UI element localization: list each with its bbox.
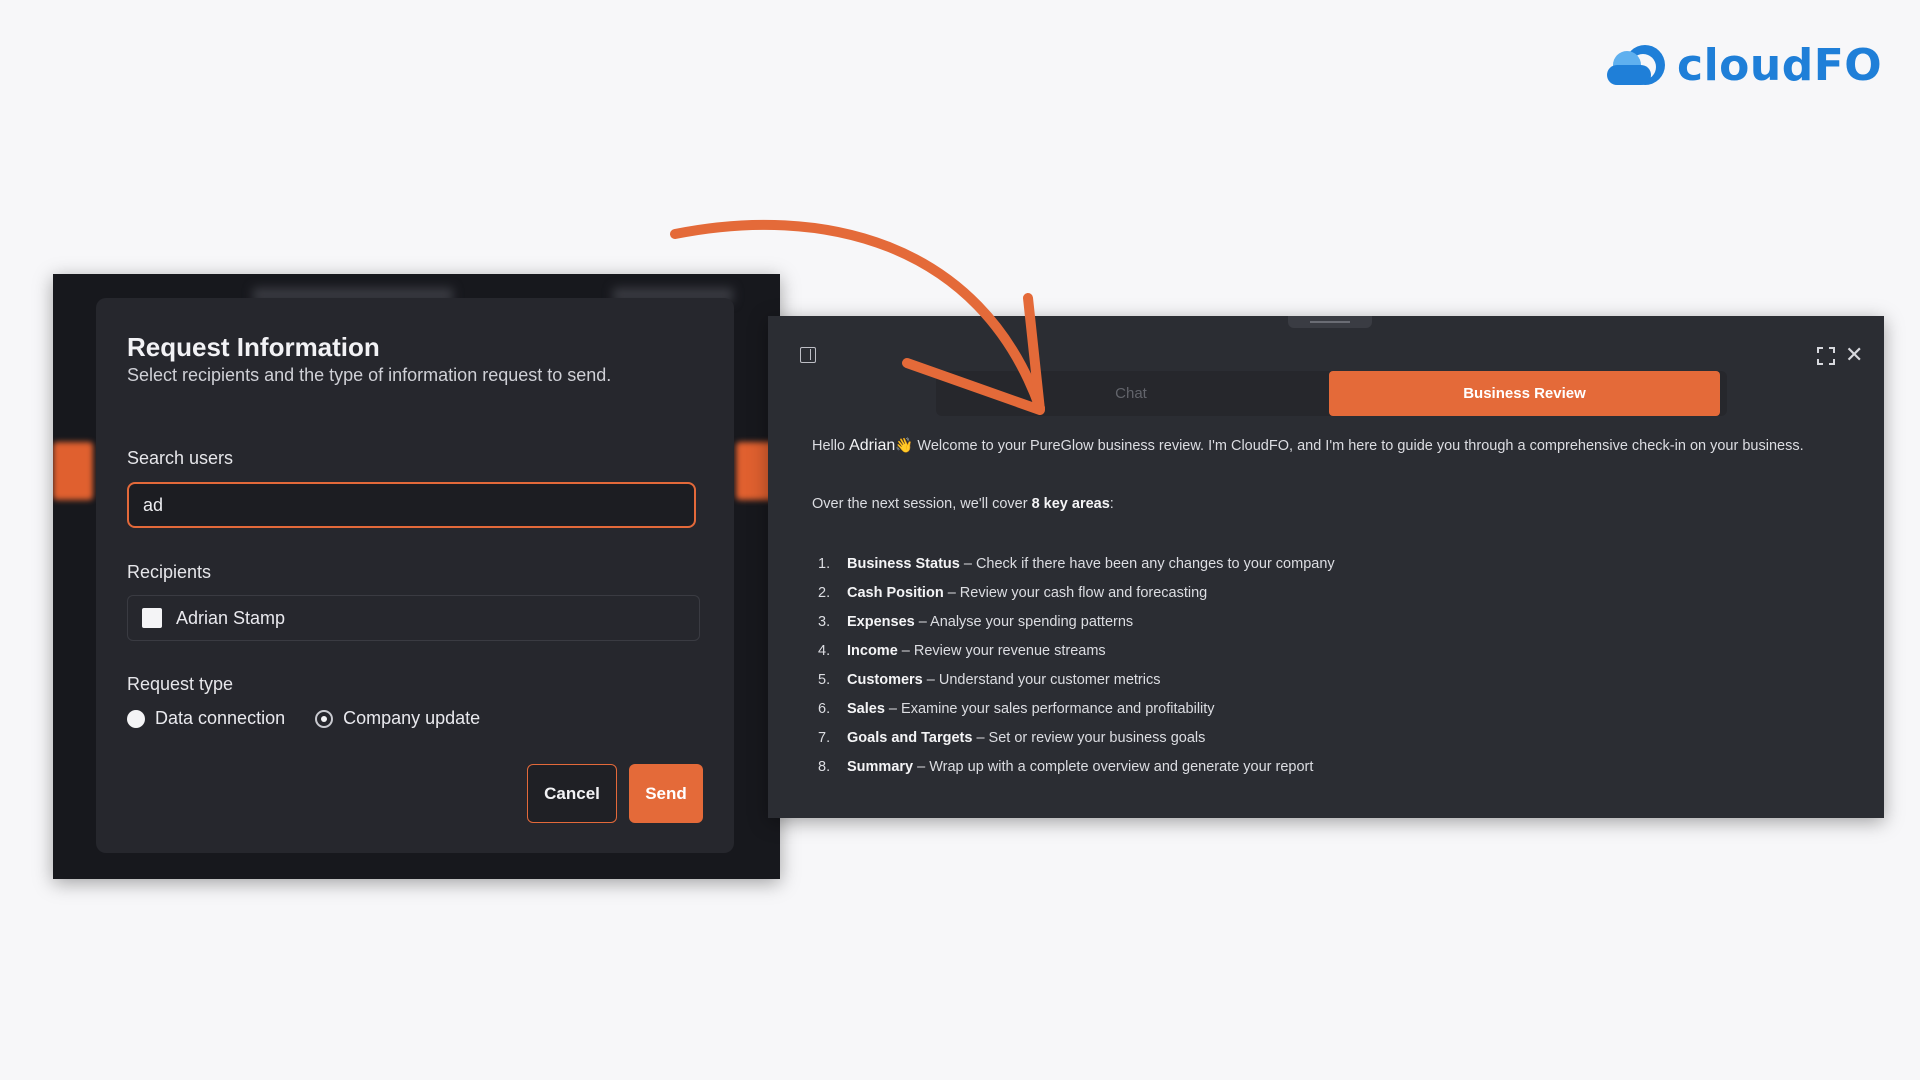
cover-paragraph: Over the next session, we'll cover 8 key… — [812, 492, 1852, 517]
item-title: Sales — [847, 701, 885, 717]
greeting-paragraph: Hello Adrian👋 Welcome to your PureGlow b… — [812, 433, 1852, 459]
greeting-text: Welcome to your PureGlow business review… — [917, 438, 1804, 454]
item-desc: – Analyse your spending patterns — [914, 614, 1134, 630]
cover-prefix: Over the next session, we'll cover — [812, 496, 1028, 512]
tab-business-review[interactable]: Business Review — [1329, 371, 1720, 416]
brand-name: cloudFO — [1677, 40, 1883, 91]
search-users-input[interactable] — [127, 482, 696, 528]
key-areas-list: 1. Business Status – Check if there have … — [812, 550, 1852, 782]
panel-tabs: Chat Business Review — [936, 371, 1727, 416]
list-item: 1. Business Status – Check if there have … — [812, 550, 1852, 579]
item-title: Summary — [847, 759, 914, 775]
item-number: 7. — [818, 730, 831, 746]
wave-emoji: 👋 — [895, 438, 914, 454]
request-type-label: Request type — [127, 674, 234, 694]
search-users-label: Search users — [127, 448, 234, 468]
list-item: 3. Expenses – Analyse your spending patte… — [812, 608, 1852, 637]
cover-suffix: : — [1109, 496, 1114, 512]
close-icon[interactable]: ✕ — [1845, 344, 1863, 366]
recipients-label: Recipients — [127, 562, 212, 582]
radio-data-connection[interactable] — [127, 709, 145, 728]
request-type-company-update[interactable]: Company update — [315, 708, 480, 729]
request-information-modal: Request Information Select recipients an… — [96, 298, 734, 853]
item-number: 4. — [818, 643, 831, 659]
list-item: 2. Cash Position – Review your cash flow … — [812, 579, 1852, 608]
item-desc: – Review your revenue streams — [897, 643, 1106, 659]
greeting-prefix: Hello — [812, 438, 846, 454]
expand-icon[interactable] — [1817, 347, 1835, 365]
item-desc: – Review your cash flow and forecasting — [943, 585, 1208, 601]
item-title: Cash Position — [847, 585, 944, 601]
item-desc: – Wrap up with a complete overview and g… — [913, 759, 1314, 775]
modal-subtitle: Select recipients and the type of inform… — [127, 365, 612, 385]
recipient-item[interactable]: Adrian Stamp — [127, 595, 700, 641]
item-title: Expenses — [847, 614, 915, 630]
list-item: 6. Sales – Examine your sales performance… — [812, 695, 1852, 724]
item-number: 5. — [818, 672, 831, 688]
request-type-group: Data connection Company update — [127, 708, 510, 729]
item-desc: – Set or review your business goals — [972, 730, 1206, 746]
cloudfo-logo: cloudFO — [1605, 40, 1882, 91]
cloud-logo-icon — [1607, 44, 1665, 85]
item-number: 3. — [818, 614, 831, 630]
item-title: Goals and Targets — [847, 730, 973, 746]
item-number: 1. — [818, 556, 831, 572]
radio-label: Company update — [343, 708, 481, 728]
item-number: 6. — [818, 701, 831, 717]
item-title: Income — [847, 643, 898, 659]
chat-message: Hello Adrian👋 Welcome to your PureGlow b… — [812, 433, 1852, 782]
cancel-button[interactable]: Cancel — [527, 764, 617, 823]
drag-handle[interactable] — [1288, 316, 1372, 328]
request-type-data-connection[interactable]: Data connection — [127, 708, 285, 729]
business-review-panel: ✕ Chat Business Review Hello Adrian👋 Wel… — [768, 316, 1884, 818]
tab-chat[interactable]: Chat — [936, 371, 1326, 416]
modal-title: Request Information — [127, 332, 380, 362]
cover-bold: 8 key areas — [1031, 496, 1110, 512]
item-desc: – Examine your sales performance and pro… — [884, 701, 1215, 717]
sidebar-toggle-icon[interactable] — [800, 347, 816, 363]
send-button[interactable]: Send — [629, 764, 703, 823]
greeting-name: Adrian — [849, 437, 896, 454]
list-item: 4. Income – Review your revenue streams — [812, 637, 1852, 666]
recipient-checkbox[interactable] — [142, 608, 162, 628]
radio-label: Data connection — [155, 708, 286, 728]
list-item: 8. Summary – Wrap up with a complete over… — [812, 753, 1852, 782]
item-number: 2. — [818, 585, 831, 601]
recipient-name: Adrian Stamp — [176, 607, 286, 628]
item-desc: – Check if there have been any changes t… — [959, 556, 1335, 572]
item-number: 8. — [818, 759, 831, 775]
list-item: 5. Customers – Understand your customer m… — [812, 666, 1852, 695]
item-title: Customers — [847, 672, 923, 688]
item-desc: – Understand your customer metrics — [922, 672, 1161, 688]
item-title: Business Status — [847, 556, 960, 572]
radio-company-update[interactable] — [315, 709, 334, 728]
list-item: 7. Goals and Targets – Set or review your… — [812, 724, 1852, 753]
